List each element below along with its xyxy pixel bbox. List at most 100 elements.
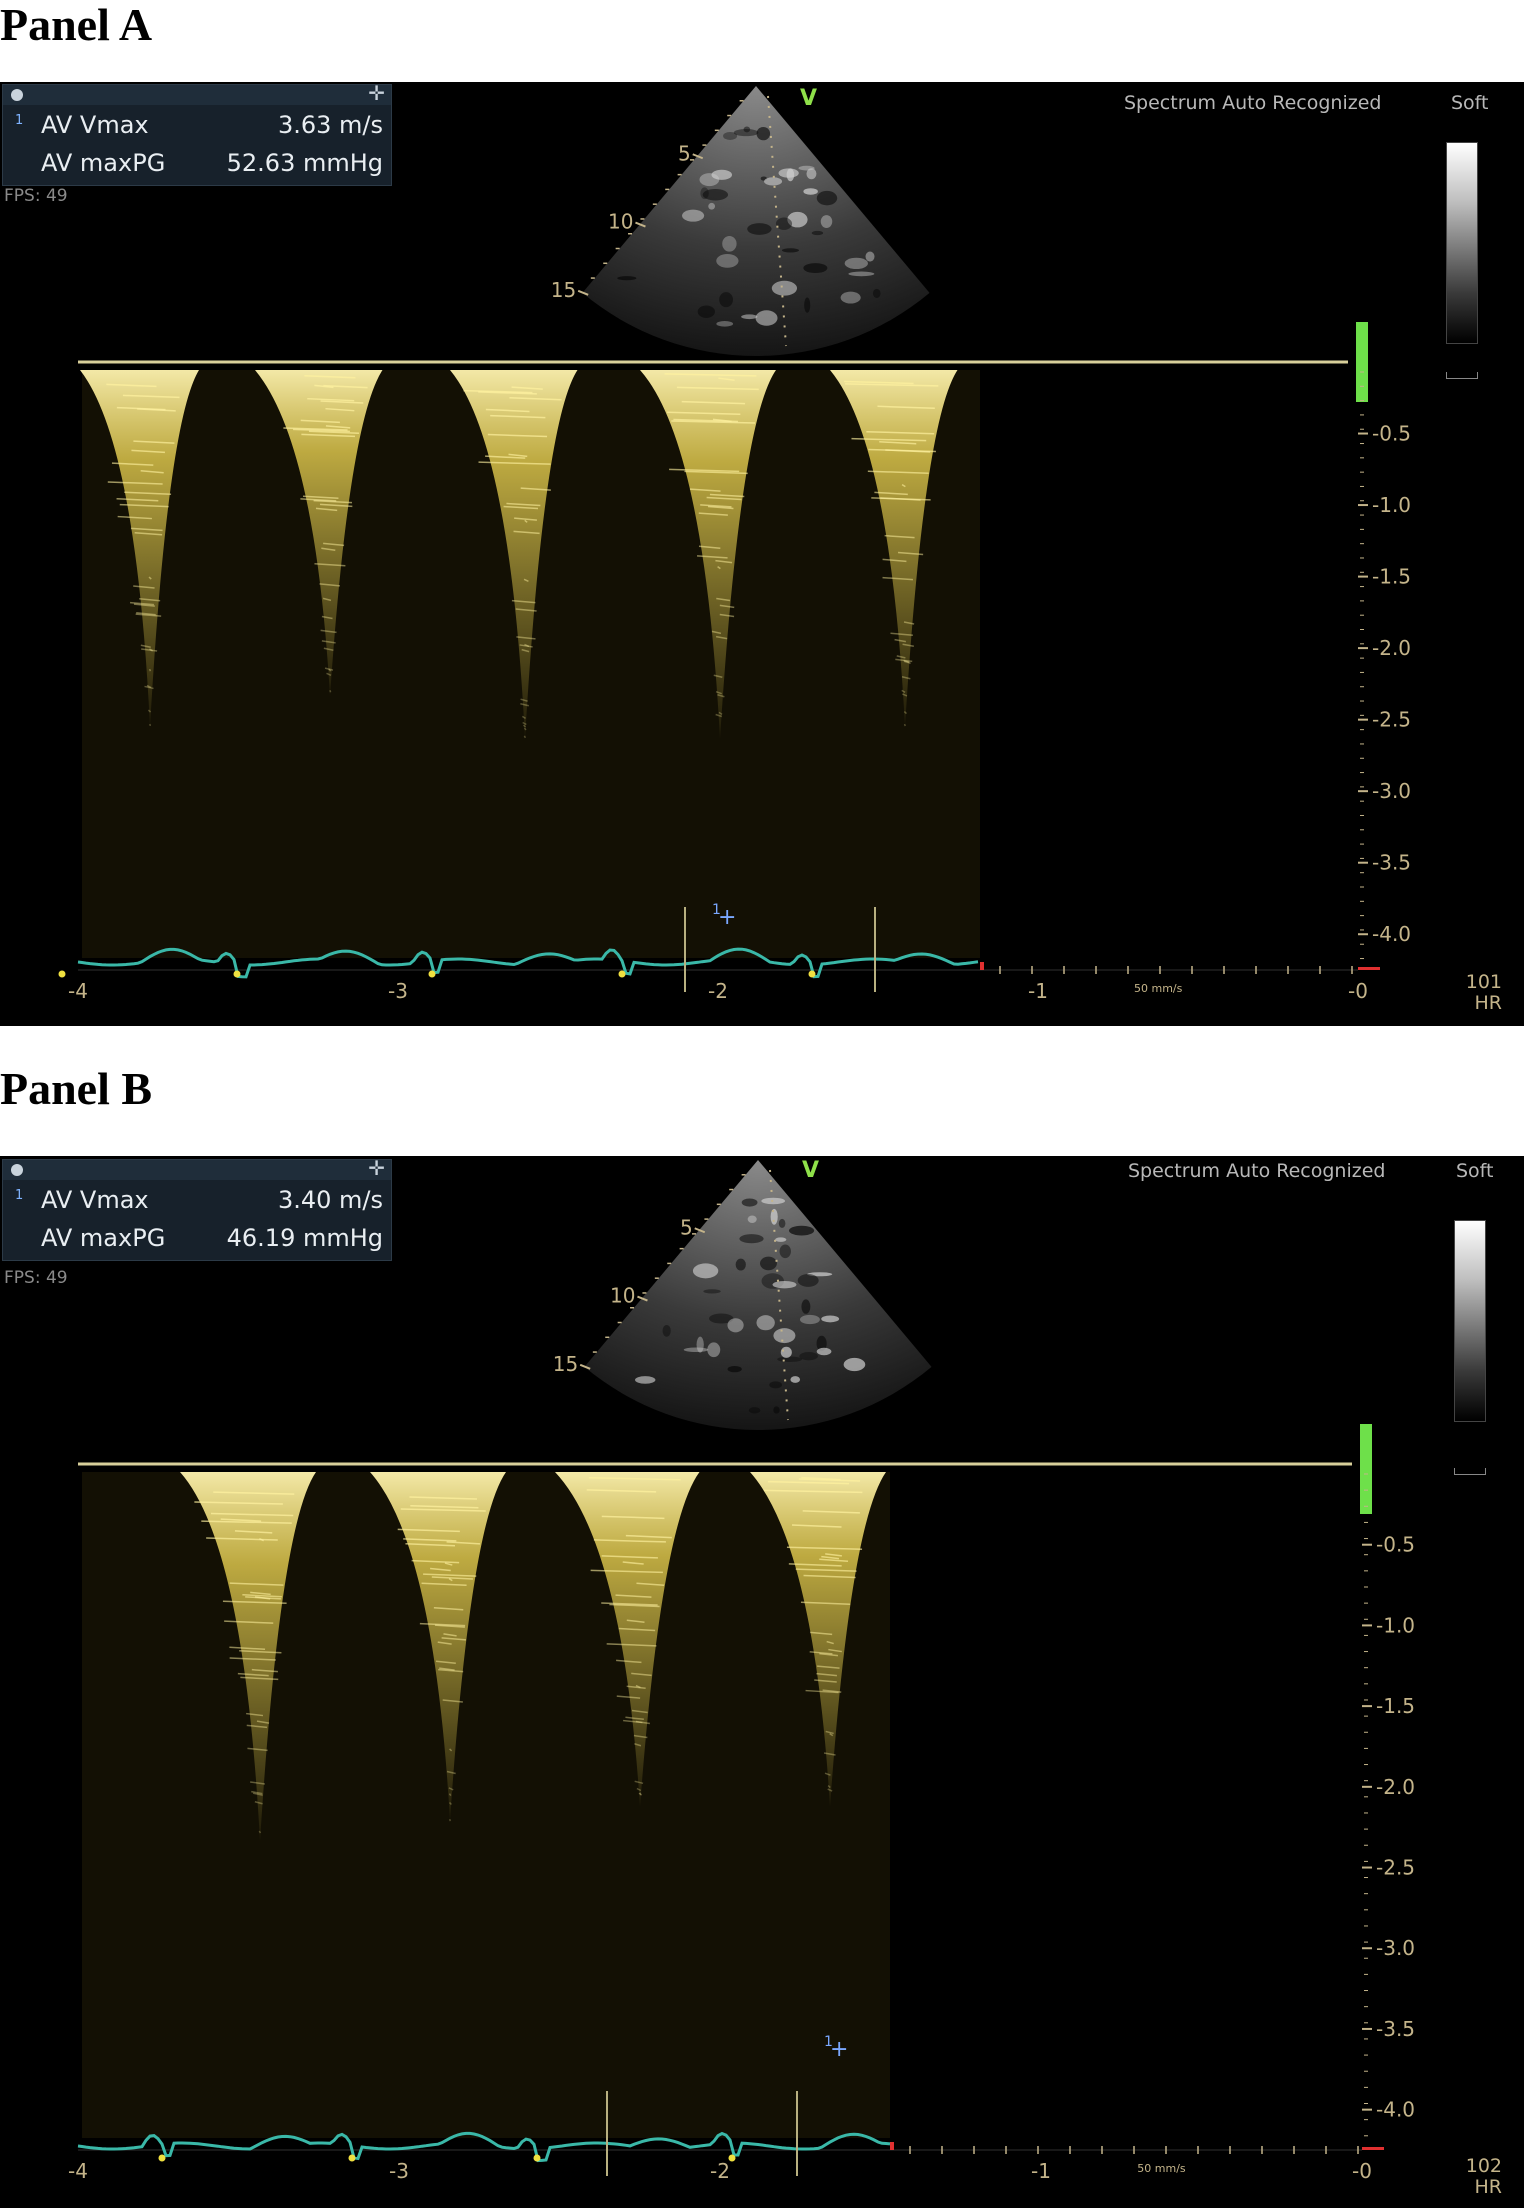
panel-a-screen: 5 10 15 -0.5 -1.0 -1.5 -2.0 -2.5 -3.0 -3.5 -4.0 -4 -…: [0, 82, 1524, 1026]
heart-rate-readout: 101 HR: [1440, 972, 1502, 1014]
measurement-label: AV maxPG: [41, 149, 166, 177]
measurement-cursor-icon: +: [718, 905, 736, 930]
depth-mark-label: 5: [678, 141, 691, 165]
echo-speckle: [779, 1244, 791, 1259]
echo-speckle: [781, 248, 799, 253]
move-icon[interactable]: ✛: [368, 82, 385, 105]
velocity-tick-label: -1.5: [1372, 565, 1411, 589]
sweep-speed-label: 50 mm/s: [1134, 982, 1183, 995]
heart-rate-readout: 102 HR: [1440, 2156, 1502, 2198]
echo-speckle: [780, 1346, 792, 1358]
measurement-index: 1: [15, 113, 24, 128]
echo-speckle: [843, 1357, 866, 1372]
velocity-tick-label: -3.0: [1376, 1936, 1415, 1960]
echo-speckle: [772, 1280, 797, 1289]
doppler-speckle: [148, 668, 152, 672]
measurement-value: 3.63 m/s: [277, 111, 383, 139]
fps-readout: FPS: 49: [4, 186, 68, 206]
time-tick-label: -1: [1028, 979, 1048, 1003]
heart-rate-value: 102: [1465, 2155, 1502, 2177]
echo-speckle: [741, 314, 758, 320]
ecg-r-wave-marker: [618, 970, 626, 978]
echo-speckle: [756, 126, 771, 141]
time-tick-label: -2: [710, 2159, 730, 2183]
echo-speckle: [790, 1376, 801, 1383]
time-tick-label: -3: [389, 2159, 409, 2183]
echo-speckle: [747, 1215, 757, 1223]
echo-speckle: [771, 280, 798, 296]
echo-speckle: [769, 1381, 783, 1389]
echo-speckle: [816, 190, 838, 206]
fps-readout: FPS: 49: [4, 1268, 68, 1288]
echo-speckle: [865, 251, 875, 262]
measurement-row-vmax: 1 AV Vmax 3.40 m/s: [3, 1180, 391, 1218]
panel-b-doppler-display: 5 10 15 -0.5 -1.0 -1.5 -2.0 -2.5 -3.0 -3.5 -4.0 -4 -…: [68, 1160, 1415, 2183]
measurement-row-maxpg: AV maxPG 52.63 mmHg: [3, 143, 391, 181]
echo-speckle: [778, 168, 799, 178]
velocity-tick-label: -2.5: [1372, 708, 1411, 732]
echo-speckle: [617, 276, 637, 281]
echo-speckle: [764, 177, 783, 186]
echo-speckle: [773, 1406, 780, 1414]
echo-speckle: [756, 1315, 775, 1331]
depth-mark-label: 10: [608, 210, 633, 234]
echo-speckle: [799, 1314, 820, 1325]
grayscale-bar: [1446, 142, 1478, 344]
sweep-position-marker: [980, 962, 984, 970]
echo-speckle: [635, 1376, 656, 1384]
echo-speckle: [735, 1258, 746, 1271]
ecg-r-wave-marker: [233, 970, 241, 978]
echo-speckle: [775, 217, 793, 230]
echo-speckle: [773, 1328, 796, 1344]
measurement-header: ✛: [3, 1156, 391, 1180]
echo-speckle: [840, 291, 861, 304]
ecg-r-wave-marker: [808, 970, 816, 978]
velocity-tick-label: -3.0: [1372, 779, 1411, 803]
velocity-tick-label: -1.0: [1372, 493, 1411, 517]
scale-zero-marker: [1358, 967, 1380, 970]
echo-speckle: [748, 1407, 761, 1414]
measurement-label: AV Vmax: [41, 1186, 149, 1214]
echo-speckle: [703, 1289, 721, 1294]
map-label: Soft: [1451, 92, 1489, 114]
echo-speckle: [727, 1318, 744, 1333]
echo-speckle: [811, 230, 824, 236]
velocity-tick-label: -2.0: [1376, 1775, 1415, 1799]
echo-speckle: [821, 1315, 840, 1323]
echo-speckle: [702, 188, 729, 201]
echo-speckle: [697, 305, 715, 318]
echo-speckle: [775, 1237, 787, 1242]
echo-sector-image: [584, 1160, 932, 1430]
measurement-cursor-icon: +: [830, 2037, 848, 2062]
echo-speckle: [759, 1256, 777, 1271]
velocity-tick-label: -1.5: [1376, 1694, 1415, 1718]
measurement-box: ✛ 1 AV Vmax 3.40 m/s AV maxPG 46.19 mmHg: [2, 1156, 392, 1261]
velocity-tick-label: -4.0: [1376, 2098, 1415, 2122]
record-icon[interactable]: [11, 1164, 23, 1176]
time-tick-label: -3: [388, 979, 408, 1003]
move-icon[interactable]: ✛: [368, 1156, 385, 1180]
doppler-speckle: [329, 689, 332, 693]
echo-speckle: [719, 292, 734, 308]
grayscale-bar: [1454, 1220, 1486, 1422]
view-marker: V: [800, 86, 818, 111]
echo-speckle: [770, 1208, 778, 1225]
echo-speckle: [707, 1342, 721, 1358]
echo-speckle: [692, 1263, 719, 1279]
velocity-tick-label: -1.0: [1376, 1613, 1415, 1637]
depth-mark-label: 15: [553, 1352, 578, 1376]
velocity-tick-label: -0.5: [1376, 1533, 1415, 1557]
echo-speckle: [716, 321, 734, 327]
echo-speckle: [699, 173, 720, 187]
spectrum-status: Spectrum Auto Recognized: [1124, 92, 1382, 114]
ecg-r-wave-marker: [348, 2154, 356, 2162]
grayscale-bar-cap: [1446, 372, 1478, 379]
echo-speckle: [801, 1299, 811, 1314]
echo-speckle: [662, 1324, 671, 1337]
echo-speckle: [797, 1274, 819, 1287]
echo-speckle: [777, 1356, 803, 1363]
velocity-tick-label: -3.5: [1376, 2017, 1415, 2041]
echo-speckle: [844, 257, 868, 270]
ecg-r-wave-marker: [158, 2154, 166, 2162]
record-icon[interactable]: [11, 89, 23, 101]
